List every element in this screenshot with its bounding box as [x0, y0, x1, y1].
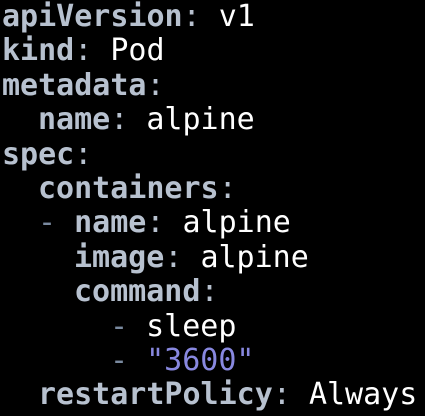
yaml-string-value: "3600" [146, 342, 255, 378]
colon: : [164, 239, 201, 275]
line-apiversion: apiVersion: v1 [0, 0, 425, 34]
colon: : [74, 136, 93, 172]
yaml-value: alpine [200, 239, 309, 275]
yaml-value: alpine [182, 205, 291, 241]
colon: : [200, 274, 219, 310]
yaml-key: spec [2, 136, 75, 172]
yaml-key: name [38, 102, 111, 138]
colon: : [74, 33, 111, 69]
colon: : [272, 377, 309, 413]
yaml-editor[interactable]: apiVersion: v1 kind: Pod metadata: name:… [0, 0, 425, 416]
yaml-key: image [74, 239, 165, 275]
line-metadata-name: name: alpine [0, 102, 425, 138]
line-metadata: metadata: [0, 67, 425, 103]
line-restartpolicy: restartPolicy: Always [0, 378, 425, 412]
yaml-key: command [74, 274, 201, 310]
colon: : [146, 67, 165, 103]
line-containers: containers: [0, 170, 425, 206]
yaml-key: apiVersion [2, 0, 183, 34]
line-container-name: - name: alpine [0, 206, 425, 240]
list-dash: - [110, 308, 129, 344]
list-dash: - [110, 342, 129, 378]
yaml-value: alpine [146, 102, 255, 138]
colon: : [110, 102, 147, 138]
line-command-3600: - "3600" [0, 342, 425, 378]
yaml-value: v1 [218, 0, 255, 34]
list-dash: - [38, 205, 57, 241]
line-spec: spec: [0, 136, 425, 172]
line-command-sleep: - sleep [0, 308, 425, 344]
yaml-key: restartPolicy [38, 377, 273, 413]
line-image: image: alpine [0, 239, 425, 275]
yaml-value: sleep [146, 308, 237, 344]
yaml-key: containers [38, 170, 219, 206]
line-command: command: [0, 274, 425, 310]
line-kind: kind: Pod [0, 34, 425, 68]
yaml-key: metadata [2, 67, 147, 103]
yaml-value: Always [308, 377, 418, 413]
colon: : [182, 0, 219, 34]
yaml-key: kind [2, 33, 75, 69]
yaml-value: Pod [110, 33, 165, 69]
yaml-key: name [74, 205, 147, 241]
colon: : [146, 205, 183, 241]
colon: : [218, 170, 237, 206]
